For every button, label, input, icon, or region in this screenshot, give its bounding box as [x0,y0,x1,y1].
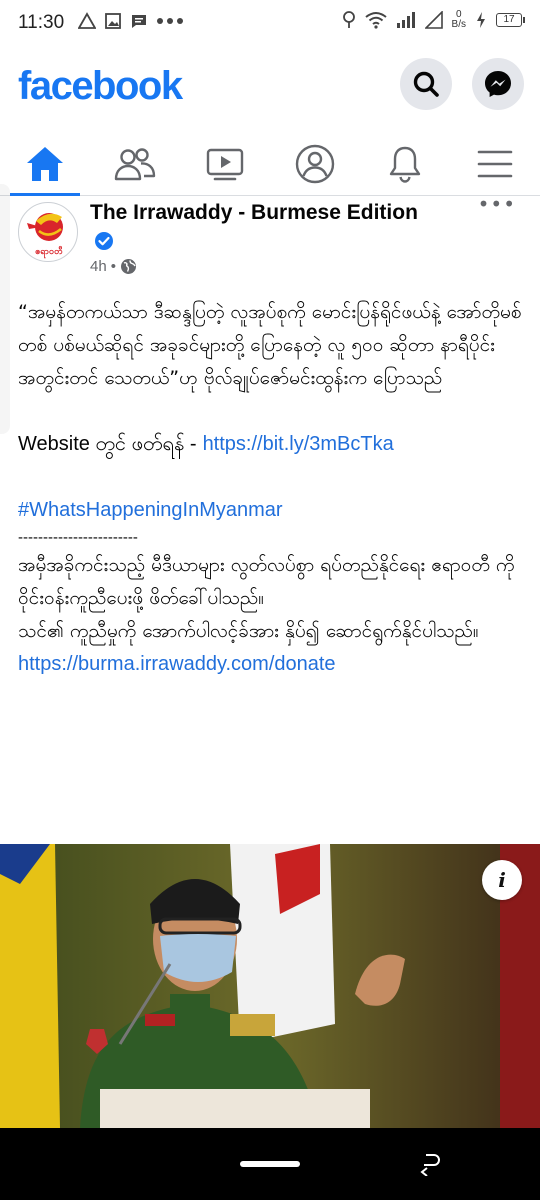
status-bar: 11:30 0 B/s 17 [0,0,540,48]
gallery-notification-icon [105,13,121,29]
donate-text-1: အမှီအခိုကင်းသည့် မီဒီယာများ လွတ်လပ်စွာ ရ… [18,554,515,609]
status-right-icons: 0 B/s 17 [342,10,525,30]
tab-friends[interactable] [90,132,180,195]
tab-watch[interactable] [180,132,270,195]
app-header: facebook [0,48,540,132]
profile-icon [295,144,335,183]
page-name-text[interactable]: The Irrawaddy - Burmese Edition [90,201,418,224]
irrawaddy-logo: ဧရာဝတီ [27,213,63,259]
navigation-tabs [0,132,540,196]
tab-menu[interactable] [450,132,540,195]
page-name[interactable]: The Irrawaddy - Burmese Edition [90,198,420,256]
post-timestamp[interactable]: 4h [90,258,107,275]
menu-icon [477,150,513,177]
post-more-button[interactable]: ••• [478,194,516,214]
facebook-logo[interactable]: facebook [18,64,183,109]
tab-home[interactable] [0,132,90,196]
meta-separator: • [110,258,116,275]
home-gesture-pill[interactable] [240,1161,300,1167]
location-icon [342,11,355,28]
messenger-button[interactable] [472,58,524,110]
messenger-icon [485,71,511,97]
donate-text-2: သင်၏ ကူညီမှုကို အောက်ပါလင့်ခ်အား နှိပ်၍ … [18,620,479,642]
wifi-icon [364,12,387,29]
message-notification-icon [132,15,146,28]
donate-link[interactable]: https://burma.irrawaddy.com/donate [18,648,526,681]
signal-empty-icon [424,11,443,29]
network-speed-unit: B/s [451,19,466,30]
post-photo[interactable]: i [0,844,540,1128]
notifications-icon [389,146,421,183]
warning-notification-icon [78,12,96,29]
website-line: Website တွင် ဖတ်ရန် - https://bit.ly/3mB… [18,428,526,461]
post-meta: 4h • [90,258,137,275]
verified-badge-icon [95,232,113,250]
system-navigation-bar [0,1128,540,1200]
status-time: 11:30 [18,12,65,33]
watch-icon [206,148,244,180]
friends-icon [114,147,156,180]
tab-profile[interactable] [270,132,360,195]
website-label: Website တွင် ဖတ်ရန် - [18,433,197,455]
post-quote: “အမှန်တကယ်သာ ဒီဆန္ဒပြတဲ့ လူအုပ်စုကို မော… [18,301,522,389]
home-icon [27,146,63,181]
page-avatar[interactable]: ဧရာဝတီ [18,202,78,262]
hashtag-link[interactable]: #WhatsHappeningInMyanmar [18,494,526,527]
globe-icon [120,259,136,274]
battery-indicator: 17 [496,13,525,27]
more-notifications-icon [157,18,183,24]
search-button[interactable] [400,58,452,110]
text-divider: ------------------------ [18,529,138,546]
photo-image [0,844,540,1128]
website-link[interactable]: https://bit.ly/3mBcTka [203,433,394,455]
status-left-icons [78,12,184,30]
charging-icon [477,12,485,28]
avatar-text: ဧရာဝတီ [35,246,63,259]
post-header: ဧရာဝတီ The Irrawaddy - Burmese Edition 4… [0,194,540,286]
tab-notifications[interactable] [360,132,450,195]
back-icon[interactable] [418,1152,440,1176]
signal-icon [396,12,415,28]
post-body: “အမှန်တကယ်သာ ဒီဆန္ဒပြတဲ့ လူအုပ်စုကို မော… [18,296,526,681]
network-speed: 0 B/s [452,10,466,30]
search-icon [413,71,439,97]
photo-info-button[interactable]: i [482,860,522,900]
